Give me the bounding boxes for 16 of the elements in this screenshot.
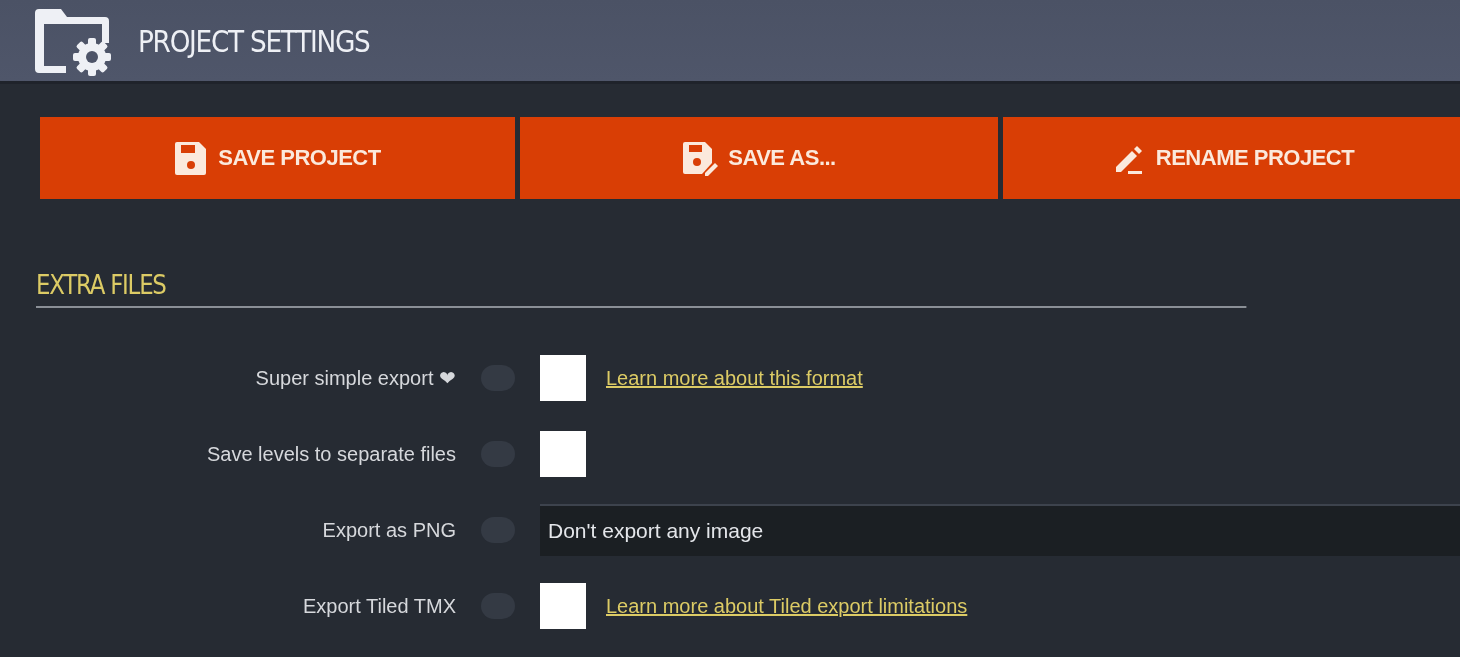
window-title: PROJECT SETTINGS: [138, 22, 370, 59]
save-button[interactable]: SAVE PROJECT: [40, 117, 515, 199]
select-field[interactable]: Don't export any image: [540, 504, 1460, 556]
floppy-pencil-icon: [682, 140, 719, 176]
rename-button[interactable]: RENAME PROJECT: [1003, 117, 1460, 199]
checkbox[interactable]: [540, 583, 586, 629]
setting-label: Export as PNG: [321, 518, 456, 542]
learn-more-link[interactable]: Learn more about this format: [606, 366, 863, 390]
section-title: EXTRA FILES: [36, 269, 1247, 308]
setting-label: Save levels to separate files: [205, 442, 456, 466]
checkbox[interactable]: [540, 355, 586, 401]
setting-label: Super simple export ❤: [254, 366, 456, 390]
save-as-button[interactable]: SAVE AS...: [520, 117, 998, 199]
learn-more-link[interactable]: Learn more about Tiled export limitations: [606, 594, 968, 618]
checkbox[interactable]: [540, 431, 586, 477]
setting-label: Export Tiled TMX: [301, 594, 456, 618]
